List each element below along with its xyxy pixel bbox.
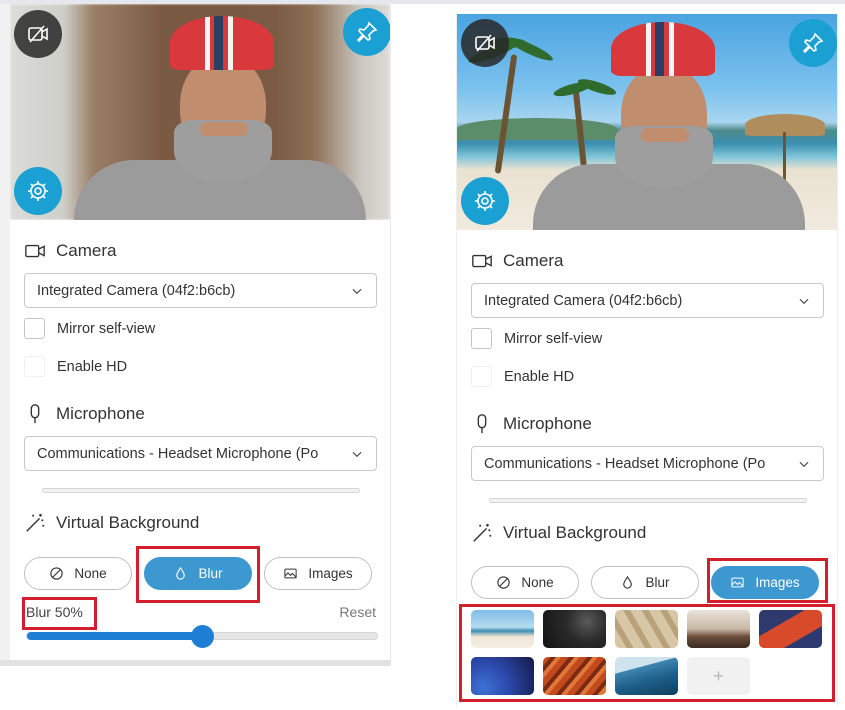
blur-level-label: Blur 50%	[26, 604, 83, 620]
chevron-down-icon	[799, 461, 809, 467]
microphone-icon	[477, 414, 487, 434]
camera-heading: Camera	[503, 251, 564, 270]
background-thumb-mountains[interactable]	[615, 657, 678, 695]
mirror-self-view-checkbox[interactable]	[471, 328, 492, 349]
settings-icon	[475, 191, 495, 211]
settings-button[interactable]	[461, 177, 509, 225]
camera-select[interactable]: Integrated Camera (04f2:b6cb)	[471, 283, 824, 318]
background-thumb-dark-abstract[interactable]	[543, 610, 606, 648]
mirror-self-view-label: Mirror self-view	[504, 330, 603, 347]
none-icon	[50, 567, 64, 580]
camera-heading: Camera	[56, 241, 117, 260]
video-off-icon	[28, 25, 48, 43]
mirror-self-view-label: Mirror self-view	[57, 320, 156, 337]
enable-hd-checkbox[interactable]	[24, 356, 45, 377]
microphone-icon	[30, 404, 40, 424]
blur-slider[interactable]	[26, 625, 378, 648]
none-option-label: None	[521, 575, 554, 590]
camera-select[interactable]: Integrated Camera (04f2:b6cb)	[24, 273, 377, 308]
microphone-level-meter	[489, 498, 807, 503]
background-mode-selector: None Blur Images	[24, 557, 372, 590]
images-option-button[interactable]: Images	[711, 566, 819, 599]
camera-section-header: Camera	[471, 250, 563, 272]
blur-option-label: Blur	[198, 566, 223, 581]
none-option-button[interactable]: None	[24, 557, 132, 590]
enable-hd-row: Enable HD	[24, 356, 127, 377]
microphone-heading: Microphone	[503, 414, 592, 433]
settings-panel-blur: Camera Integrated Camera (04f2:b6cb) Mir…	[10, 4, 391, 664]
microphone-heading: Microphone	[56, 404, 145, 423]
microphone-select-value: Communications - Headset Microphone (Po	[37, 445, 319, 462]
none-option-label: None	[74, 566, 107, 581]
video-off-icon	[475, 34, 495, 52]
virtual-background-header: Virtual Background	[471, 522, 646, 544]
reset-button[interactable]: Reset	[339, 604, 376, 620]
images-option-label: Images	[308, 566, 353, 581]
chevron-down-icon	[799, 298, 809, 304]
magic-wand-icon	[26, 513, 45, 532]
image-icon	[284, 568, 297, 579]
images-option-button[interactable]: Images	[264, 557, 372, 590]
none-icon	[497, 576, 511, 589]
microphone-section-header: Microphone	[471, 413, 592, 435]
background-mode-selector: None Blur Images	[471, 566, 819, 599]
background-thumb-beach[interactable]	[471, 610, 534, 648]
enable-hd-label: Enable HD	[57, 358, 128, 375]
blur-option-label: Blur	[645, 575, 670, 590]
background-thumb-living-room[interactable]	[687, 610, 750, 648]
left-edge	[0, 4, 10, 664]
virtual-background-header: Virtual Background	[24, 512, 199, 534]
camera-icon	[25, 244, 45, 258]
pin-button[interactable]	[789, 19, 837, 67]
settings-icon	[28, 181, 48, 201]
image-icon	[731, 577, 744, 588]
none-option-button[interactable]: None	[471, 566, 579, 599]
pin-icon	[356, 21, 378, 43]
images-option-label: Images	[755, 575, 800, 590]
background-thumb-blue-wave[interactable]	[471, 657, 534, 695]
background-thumb-red-blue[interactable]	[759, 610, 822, 648]
microphone-section-header: Microphone	[24, 403, 145, 425]
blur-slider-fill	[27, 632, 202, 640]
virtual-background-heading: Virtual Background	[503, 523, 647, 542]
enable-hd-row: Enable HD	[471, 366, 574, 387]
mirror-self-view-checkbox[interactable]	[24, 318, 45, 339]
chevron-down-icon	[352, 288, 362, 294]
blur-option-button[interactable]: Blur	[591, 566, 699, 599]
person-image	[10, 4, 390, 220]
mirror-self-view-row: Mirror self-view	[471, 328, 602, 349]
enable-hd-checkbox[interactable]	[471, 366, 492, 387]
pin-button[interactable]	[343, 8, 390, 56]
mirror-self-view-row: Mirror self-view	[24, 318, 155, 339]
camera-section-header: Camera	[24, 240, 116, 262]
pin-icon	[802, 32, 824, 54]
settings-button[interactable]	[14, 167, 62, 215]
blur-drop-icon	[623, 575, 633, 589]
settings-panel-images: Camera Integrated Camera (04f2:b6cb) Mir…	[456, 14, 838, 706]
add-background-button[interactable]: +	[687, 657, 750, 695]
self-view-video-beach	[457, 14, 837, 230]
magic-wand-icon	[473, 523, 492, 542]
blur-slider-thumb[interactable]	[191, 625, 214, 648]
chevron-down-icon	[352, 451, 362, 457]
background-thumb-shadow-wall[interactable]	[615, 610, 678, 648]
microphone-level-meter	[42, 488, 360, 493]
blur-drop-icon	[176, 566, 186, 580]
camera-select-value: Integrated Camera (04f2:b6cb)	[484, 292, 683, 309]
camera-toggle-button[interactable]	[461, 19, 509, 67]
person-image	[457, 14, 837, 230]
microphone-select[interactable]: Communications - Headset Microphone (Po	[471, 446, 824, 481]
camera-icon	[472, 254, 492, 268]
microphone-select[interactable]: Communications - Headset Microphone (Po	[24, 436, 377, 471]
virtual-background-heading: Virtual Background	[56, 513, 200, 532]
blur-option-button[interactable]: Blur	[144, 557, 252, 590]
microphone-select-value: Communications - Headset Microphone (Po	[484, 455, 766, 472]
camera-toggle-button[interactable]	[14, 10, 62, 58]
bottom-divider	[0, 660, 391, 666]
background-image-grid: +	[471, 610, 823, 695]
camera-select-value: Integrated Camera (04f2:b6cb)	[37, 282, 236, 299]
enable-hd-label: Enable HD	[504, 368, 575, 385]
background-thumb-orange-texture[interactable]	[543, 657, 606, 695]
self-view-video	[10, 4, 390, 220]
